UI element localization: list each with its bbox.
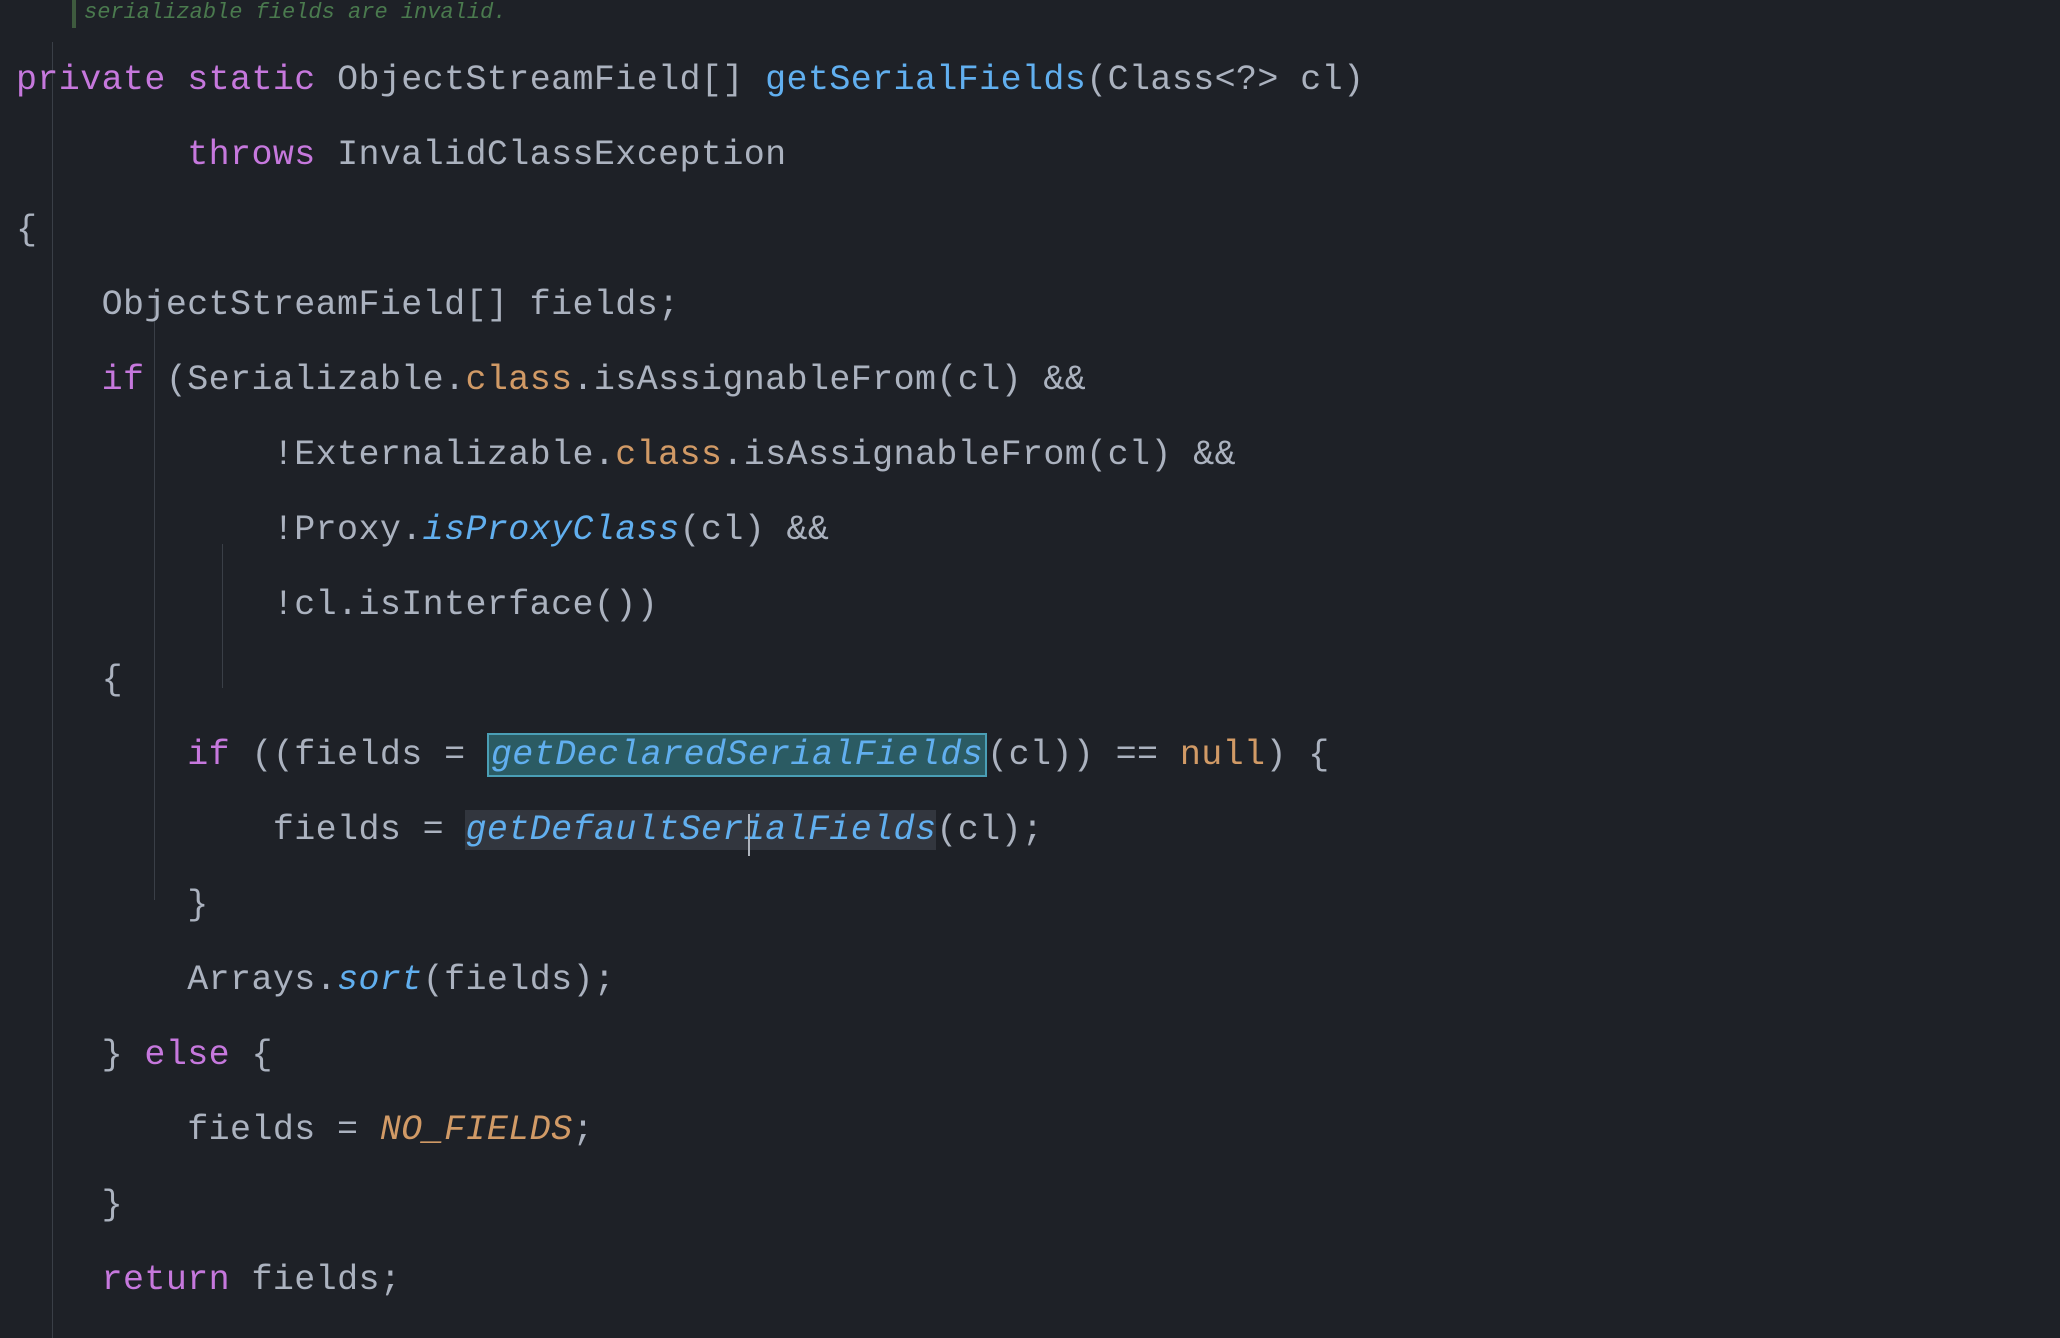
code-line[interactable]: Arrays.sort(fields); (16, 942, 1364, 1017)
code-editor[interactable]: serializable fields are invalid. private… (0, 0, 2060, 1338)
code-line[interactable]: if ((fields = getDeclaredSerialFields(cl… (16, 717, 1364, 792)
code-line[interactable]: } else { (16, 1017, 1364, 1092)
javadoc-line: serializable fields are invalid. (16, 0, 1364, 28)
code-line[interactable]: } (16, 867, 1364, 942)
cursor-identifier[interactable]: getDefaultSerialFields (465, 810, 936, 850)
code-line[interactable]: fields = NO_FIELDS; (16, 1092, 1364, 1167)
code-line-current[interactable]: fields = getDefaultSerialFields(cl); (16, 792, 1364, 867)
code-line[interactable]: ObjectStreamField[] fields; (16, 267, 1364, 342)
selected-identifier[interactable]: getDeclaredSerialFields (487, 733, 987, 777)
code-line[interactable]: private static ObjectStreamField[] getSe… (16, 42, 1364, 117)
code-line[interactable]: { (16, 642, 1364, 717)
code-line[interactable]: { (16, 192, 1364, 267)
code-line[interactable]: throws InvalidClassException (16, 117, 1364, 192)
code-line[interactable]: } (16, 1167, 1364, 1242)
code-line[interactable]: !Proxy.isProxyClass(cl) && (16, 492, 1364, 567)
code-line[interactable]: return fields; (16, 1242, 1364, 1317)
code-line[interactable]: !cl.isInterface()) (16, 567, 1364, 642)
code-line[interactable]: if (Serializable.class.isAssignableFrom(… (16, 342, 1364, 417)
code-block[interactable]: serializable fields are invalid. private… (16, 0, 1364, 1317)
code-line[interactable]: !Externalizable.class.isAssignableFrom(c… (16, 417, 1364, 492)
